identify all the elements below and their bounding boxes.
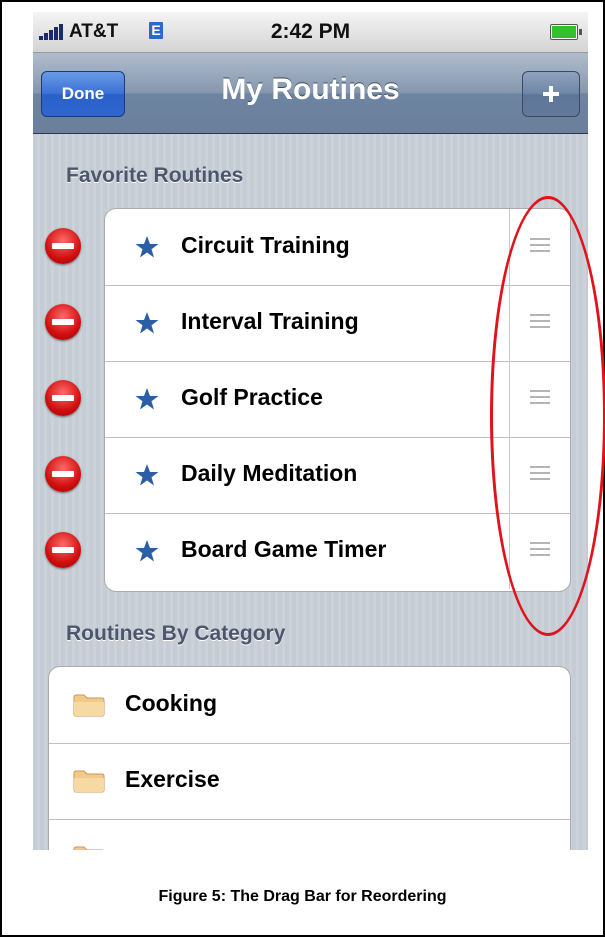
delete-routine-button[interactable] [45,456,81,492]
routine-label: Circuit Training [181,232,350,258]
routine-label: Interval Training [181,308,359,334]
delete-routine-button[interactable] [45,532,81,568]
star-icon [135,540,159,562]
star-icon [135,236,159,258]
category-row[interactable]: Cooking [49,667,570,744]
category-row-partial[interactable] [49,819,570,850]
star-icon [135,388,159,410]
routine-label: Board Game Timer [181,536,387,562]
delete-routine-button[interactable] [45,304,81,340]
add-button[interactable] [522,71,580,117]
battery-icon [550,24,582,40]
delete-routine-button[interactable] [45,228,81,264]
folder-icon [73,694,105,717]
figure-caption: Figure 5: The Drag Bar for Reordering [158,888,447,905]
status-time: 2:42 PM [270,20,351,43]
star-icon [135,464,159,486]
folder-icon [73,846,104,850]
drag-bar-highlight-ring [490,196,605,636]
delete-routine-button[interactable] [45,380,81,416]
favorite-routine-row[interactable]: Circuit Training [105,209,570,286]
star-icon [135,312,159,334]
category-row[interactable]: Exercise [49,743,570,820]
page-title: My Routines [221,73,400,106]
folder-icon [73,770,105,793]
navigation-bar: Done My Routines [33,53,588,134]
categories-list: Cooking Exercise [48,666,571,850]
category-label: Cooking [125,690,217,716]
section-header-favorites: Favorite Routines [66,164,244,187]
category-label: Exercise [125,766,220,792]
routine-label: Daily Meditation [181,460,358,486]
section-header-categories: Routines By Category [66,622,286,645]
status-bar: AT&T E 2:42 PM [33,12,588,53]
routine-label: Golf Practice [181,384,323,410]
